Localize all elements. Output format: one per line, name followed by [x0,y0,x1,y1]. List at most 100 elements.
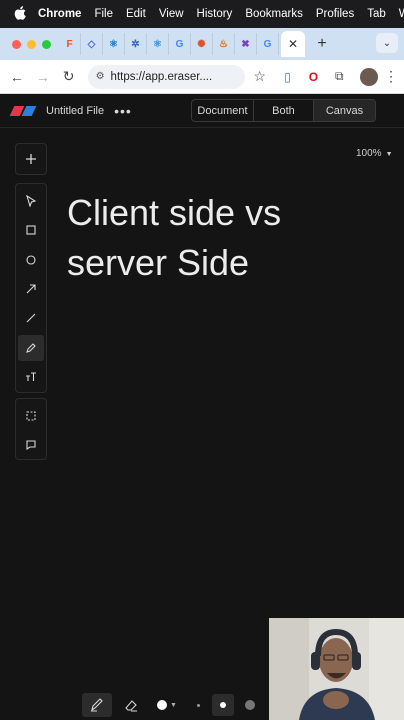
tab-x[interactable]: ✖ [235,33,257,55]
drawing-toolbar [15,183,47,393]
stroke-size-medium[interactable] [212,694,234,716]
menu-edit[interactable]: Edit [126,8,146,20]
line-tool[interactable] [18,306,44,331]
arrow-right-icon: → [35,68,50,85]
close-tab-icon[interactable]: ✕ [288,37,298,51]
google-icon: G [263,38,272,50]
pen-mode-button[interactable] [82,693,112,717]
opera-icon: O [308,69,319,84]
view-both-button[interactable]: Both [254,100,314,121]
comment-tool[interactable] [18,432,44,457]
java-icon: ♨ [219,38,228,50]
text-tool[interactable] [18,365,44,390]
reload-button[interactable]: ↻ [56,68,82,85]
eraser-button[interactable] [116,693,146,717]
dashed-frame-icon [26,410,36,421]
site-settings-icon[interactable]: ⚙ [96,71,105,82]
comment-icon [26,439,36,450]
tab-figma[interactable]: F [59,33,81,55]
arrow-tool[interactable] [18,276,44,301]
file-title[interactable]: Untitled File [46,105,104,117]
menu-history[interactable]: History [197,8,233,20]
pen-options-toolbar: ▼ [82,690,272,720]
extension-doc-button[interactable]: ▯ [275,67,301,87]
text-icon [26,372,36,382]
back-button[interactable]: ← [4,69,30,85]
tab-settings[interactable]: ✲ [125,33,147,55]
eraser-logo[interactable] [9,105,37,116]
gem-icon: ◇ [87,38,96,50]
zoom-level: 100% [356,148,382,159]
canvas-text-element[interactable]: Client side vs server Side [67,188,357,288]
address-bar[interactable]: ⚙ https://app.eraser.... [87,64,245,89]
google-icon: G [175,38,184,50]
view-mode-switcher: Document Both Canvas [191,99,376,122]
tab-java[interactable]: ♨ [213,33,235,55]
menu-bookmarks[interactable]: Bookmarks [245,8,303,20]
dot-small-icon [196,703,200,707]
document-icon: ▯ [284,69,291,84]
secondary-toolbar [15,398,47,460]
color-picker-button[interactable]: ▼ [150,693,184,717]
browser-menu-button[interactable]: ⋮ [378,68,404,85]
browser-tab-strip: F ◇ ⚛ ✲ ⚛ G ✺ ♨ ✖ G ✕ + ⌄ [0,28,404,60]
zoom-control[interactable]: 100% ▼ [356,148,393,159]
apple-logo-icon[interactable] [14,5,26,23]
tab-google[interactable]: G [169,33,191,55]
pen-tool[interactable] [18,335,44,361]
close-window-button[interactable] [12,39,21,49]
menu-profiles[interactable]: Profiles [316,8,354,20]
react-icon: ⚛ [109,38,118,50]
view-canvas-button[interactable]: Canvas [314,100,375,121]
menu-app-name[interactable]: Chrome [38,8,81,20]
url-text: https://app.eraser.... [110,70,213,83]
tab-google-2[interactable]: G [257,33,279,55]
figma-icon: F [66,38,73,50]
stroke-size-large[interactable] [238,693,262,717]
rectangle-tool[interactable] [18,217,44,242]
macos-menu-bar: Chrome File Edit View History Bookmarks … [0,0,404,28]
file-menu-button[interactable]: ••• [114,103,132,119]
extensions-button[interactable]: ⧉ [326,67,352,87]
minimize-window-button[interactable] [27,39,36,49]
presenter-video [269,618,404,720]
dot-medium-icon [220,702,226,708]
puzzle-icon: ⧉ [334,69,344,83]
tab-gem[interactable]: ◇ [81,33,103,55]
square-icon [26,225,36,235]
add-button[interactable] [18,146,44,172]
stroke-size-small[interactable] [188,693,208,717]
zoom-window-button[interactable] [42,39,51,49]
profile-avatar[interactable] [360,67,379,86]
add-toolbar [15,143,47,175]
ellipse-tool[interactable] [18,247,44,272]
chevron-down-icon: ⌄ [382,37,392,49]
new-tab-button[interactable]: + [311,35,333,53]
screen: Chrome File Edit View History Bookmarks … [0,0,404,720]
arrow-diagonal-icon [26,284,36,294]
color-swatch [157,700,168,710]
tab-react-2[interactable]: ⚛ [147,33,169,55]
arrow-left-icon: ← [9,68,24,85]
extension-opera-button[interactable]: O [300,67,326,87]
gear-icon: ✲ [131,38,140,50]
menu-tab[interactable]: Tab [367,8,386,20]
frame-tool[interactable] [18,403,44,428]
select-tool[interactable] [18,188,44,213]
chevron-down-icon: ▼ [170,701,177,709]
forward-button[interactable]: → [30,69,56,85]
bookmark-star-button[interactable]: ☆ [245,68,275,85]
view-document-button[interactable]: Document [192,100,254,121]
active-tab[interactable]: ✕ [281,31,305,57]
star-icon: ☆ [253,68,266,84]
menu-file[interactable]: File [94,8,113,20]
window-controls [12,39,51,49]
tab-react[interactable]: ⚛ [103,33,125,55]
tab-asterisk[interactable]: ✺ [191,33,213,55]
reload-icon: ↻ [62,68,75,84]
app-header: Untitled File ••• Document Both Canvas [0,94,404,128]
menu-window[interactable]: Wi [399,8,404,20]
menu-view[interactable]: View [159,8,184,20]
tab-search-button[interactable]: ⌄ [376,33,398,53]
plus-icon [26,154,36,164]
